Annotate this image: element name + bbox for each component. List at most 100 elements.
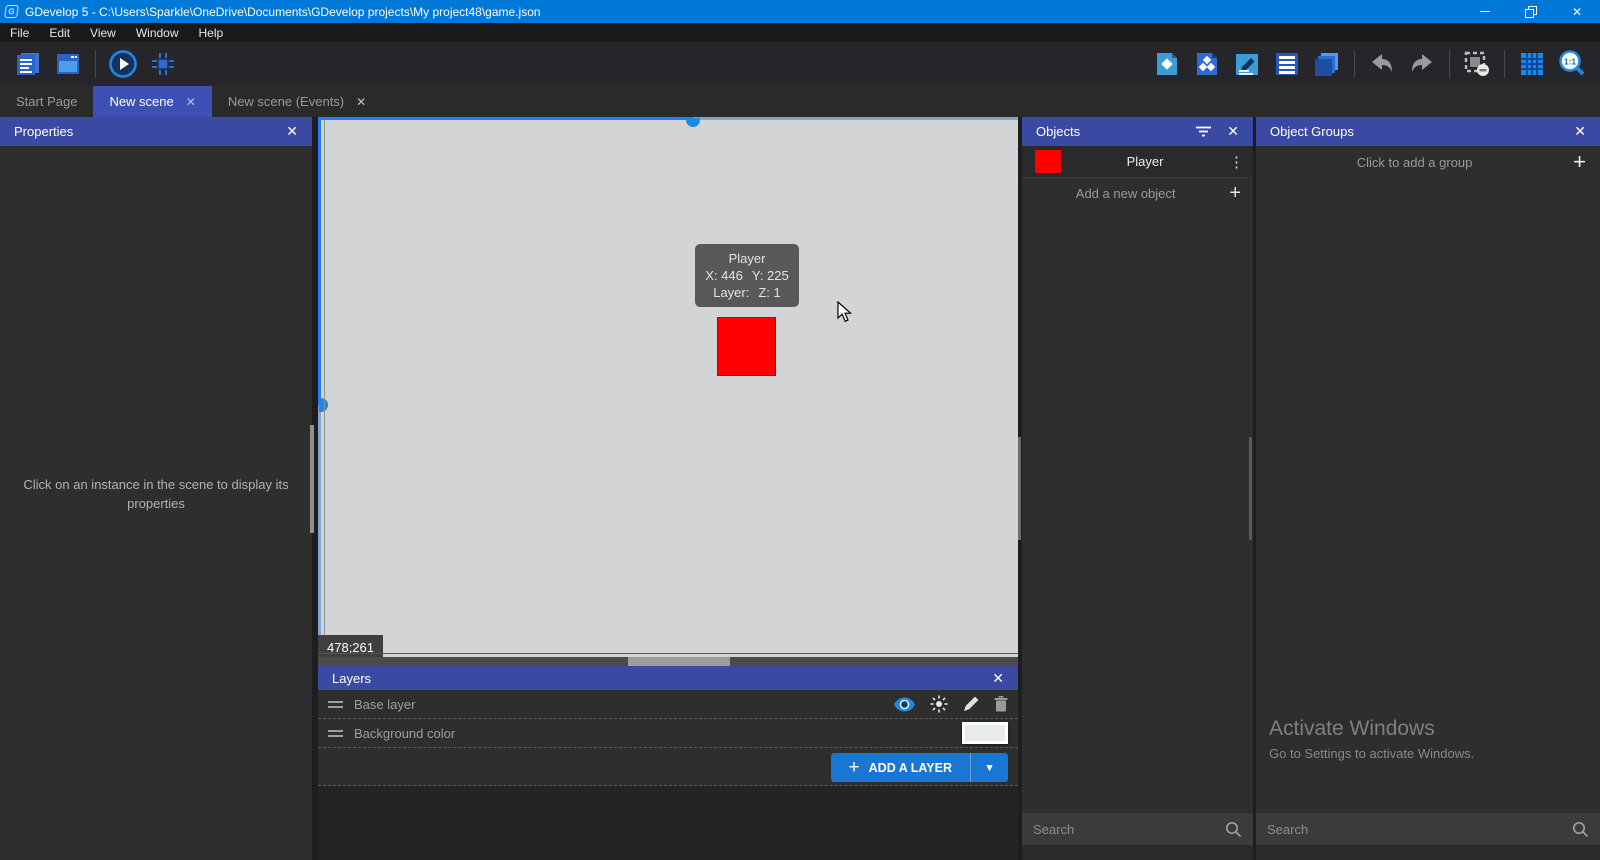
- menu-help[interactable]: Help: [189, 23, 234, 42]
- edit-pencil-icon: [1233, 50, 1261, 78]
- close-panel-icon[interactable]: ✕: [1574, 123, 1586, 140]
- plus-icon: +: [849, 757, 860, 779]
- list-icon: [1273, 50, 1301, 78]
- horizontal-scrollbar-thumb[interactable]: [628, 657, 730, 666]
- deselect-all-button[interactable]: [1462, 49, 1492, 79]
- mouse-cursor: [837, 301, 854, 323]
- add-layer-button[interactable]: + ADD A LAYER ▾: [831, 753, 1008, 782]
- plus-icon[interactable]: +: [1229, 182, 1241, 205]
- window-title: GDevelop 5 - C:\Users\Sparkle\OneDrive\D…: [25, 5, 541, 19]
- add-group-label: Click to add a group: [1256, 155, 1573, 170]
- tab-new-scene-events[interactable]: New scene (Events) ✕: [212, 86, 382, 117]
- gdevelop-logo-icon: G: [4, 5, 19, 18]
- edit-layer-pencil-icon[interactable]: [963, 696, 979, 712]
- toolbar-separator: [1504, 50, 1505, 78]
- canvas-top-scroll-handle[interactable]: [686, 118, 700, 127]
- caret-down-icon[interactable]: ▾: [971, 753, 1008, 782]
- filter-icon[interactable]: [1196, 124, 1211, 140]
- close-panel-icon[interactable]: ✕: [286, 123, 298, 140]
- zoom-original-button[interactable]: 1:1: [1557, 49, 1587, 79]
- svg-text:1:1: 1:1: [1564, 57, 1577, 67]
- layer-row-background[interactable]: Background color: [318, 719, 1018, 748]
- redo-button[interactable]: [1407, 49, 1437, 79]
- object-row-player[interactable]: Player ⋮: [1022, 146, 1253, 178]
- add-object-panel-button[interactable]: [1152, 49, 1182, 79]
- menu-edit[interactable]: Edit: [39, 23, 80, 42]
- tab-new-scene[interactable]: New scene ✕: [93, 86, 211, 117]
- layers-icon: [1313, 50, 1341, 78]
- instance-tooltip: Player X: 446 Y: 225 Layer: Z: 1: [695, 244, 799, 307]
- main-toolbar: 1:1: [0, 42, 1600, 86]
- launch-preview-button[interactable]: [108, 49, 138, 79]
- add-layer-label: ADD A LAYER: [869, 761, 952, 775]
- close-panel-icon[interactable]: ✕: [1227, 123, 1239, 140]
- objects-scrollbar[interactable]: [1249, 437, 1252, 540]
- menu-file[interactable]: File: [0, 23, 39, 42]
- effects-icon[interactable]: [930, 695, 948, 713]
- object-groups-icon: [1193, 50, 1221, 78]
- layer-row-base[interactable]: Base layer: [318, 690, 1018, 719]
- toolbar-separator: [95, 50, 96, 78]
- canvas-top-scroll-line: [693, 117, 1018, 120]
- toolbar-separator: [1449, 50, 1450, 78]
- close-panel-icon[interactable]: ✕: [992, 670, 1004, 687]
- player-instance[interactable]: [717, 317, 776, 376]
- redo-icon: [1408, 50, 1436, 78]
- plus-icon[interactable]: +: [1573, 149, 1586, 175]
- minimize-button[interactable]: [1462, 0, 1508, 23]
- debugger-button[interactable]: [148, 49, 178, 79]
- canvas-left-scroll-line: [318, 117, 321, 405]
- object-icon: [1153, 50, 1181, 78]
- undo-icon: [1368, 50, 1396, 78]
- objects-title: Objects: [1036, 124, 1080, 139]
- object-groups-panel-button[interactable]: [1192, 49, 1222, 79]
- menu-window[interactable]: Window: [126, 23, 189, 42]
- scene-canvas[interactable]: Player X: 446 Y: 225 Layer: Z: 1 478;261: [318, 117, 1018, 666]
- background-color-swatch[interactable]: [962, 722, 1008, 744]
- deselect-icon: [1463, 50, 1491, 78]
- tab-close-icon[interactable]: ✕: [356, 95, 366, 109]
- delete-layer-trash-icon[interactable]: [994, 696, 1008, 712]
- drag-handle-icon[interactable]: [328, 730, 343, 737]
- tooltip-y: Y: 225: [752, 267, 789, 284]
- properties-scrollbar[interactable]: [310, 425, 314, 533]
- search-icon: [1572, 821, 1589, 838]
- add-object-row[interactable]: Add a new object +: [1022, 178, 1253, 208]
- canvas-right-scrollbar[interactable]: [1018, 437, 1021, 540]
- tab-start-page[interactable]: Start Page: [0, 86, 93, 117]
- object-groups-search-bar: [1256, 813, 1600, 845]
- object-menu-icon[interactable]: ⋮: [1229, 153, 1244, 171]
- objects-search-bar: [1022, 813, 1253, 845]
- activate-windows-watermark: Activate Windows Go to Settings to activ…: [1269, 717, 1474, 761]
- canvas-left-scroll-line: [318, 405, 321, 656]
- horizontal-scrollbar[interactable]: [318, 657, 1018, 666]
- tab-close-icon[interactable]: ✕: [186, 95, 196, 109]
- close-window-button[interactable]: ✕: [1554, 0, 1600, 23]
- project-manager-button[interactable]: [13, 49, 43, 79]
- properties-panel: Properties ✕ Click on an instance in the…: [0, 117, 312, 860]
- grid-icon: [1518, 50, 1546, 78]
- scene-properties-button[interactable]: [1232, 49, 1262, 79]
- play-icon: [108, 49, 138, 79]
- undo-button[interactable]: [1367, 49, 1397, 79]
- visibility-eye-icon[interactable]: [894, 697, 915, 712]
- debug-chip-icon: [149, 50, 177, 78]
- menu-bar: File Edit View Window Help: [0, 23, 1600, 42]
- drag-handle-icon[interactable]: [328, 701, 343, 708]
- restore-button[interactable]: [1508, 0, 1554, 23]
- object-groups-search-input[interactable]: [1267, 822, 1572, 837]
- objects-search-input[interactable]: [1033, 822, 1225, 837]
- menu-view[interactable]: View: [80, 23, 126, 42]
- instances-list-button[interactable]: [1272, 49, 1302, 79]
- scene-window-button[interactable]: [53, 49, 83, 79]
- toggle-grid-button[interactable]: [1517, 49, 1547, 79]
- panel-footer: [1256, 845, 1600, 860]
- objects-list-body: [1022, 208, 1253, 813]
- layers-header: Layers ✕: [318, 666, 1018, 690]
- add-group-row[interactable]: Click to add a group +: [1256, 146, 1600, 178]
- zoom-1-1-icon: 1:1: [1557, 49, 1587, 79]
- layers-panel-button[interactable]: [1312, 49, 1342, 79]
- object-thumbnail: [1035, 150, 1061, 173]
- objects-panel: Objects ✕ Player ⋮ Add a new object +: [1022, 117, 1253, 860]
- tooltip-layer: Layer:: [713, 284, 749, 301]
